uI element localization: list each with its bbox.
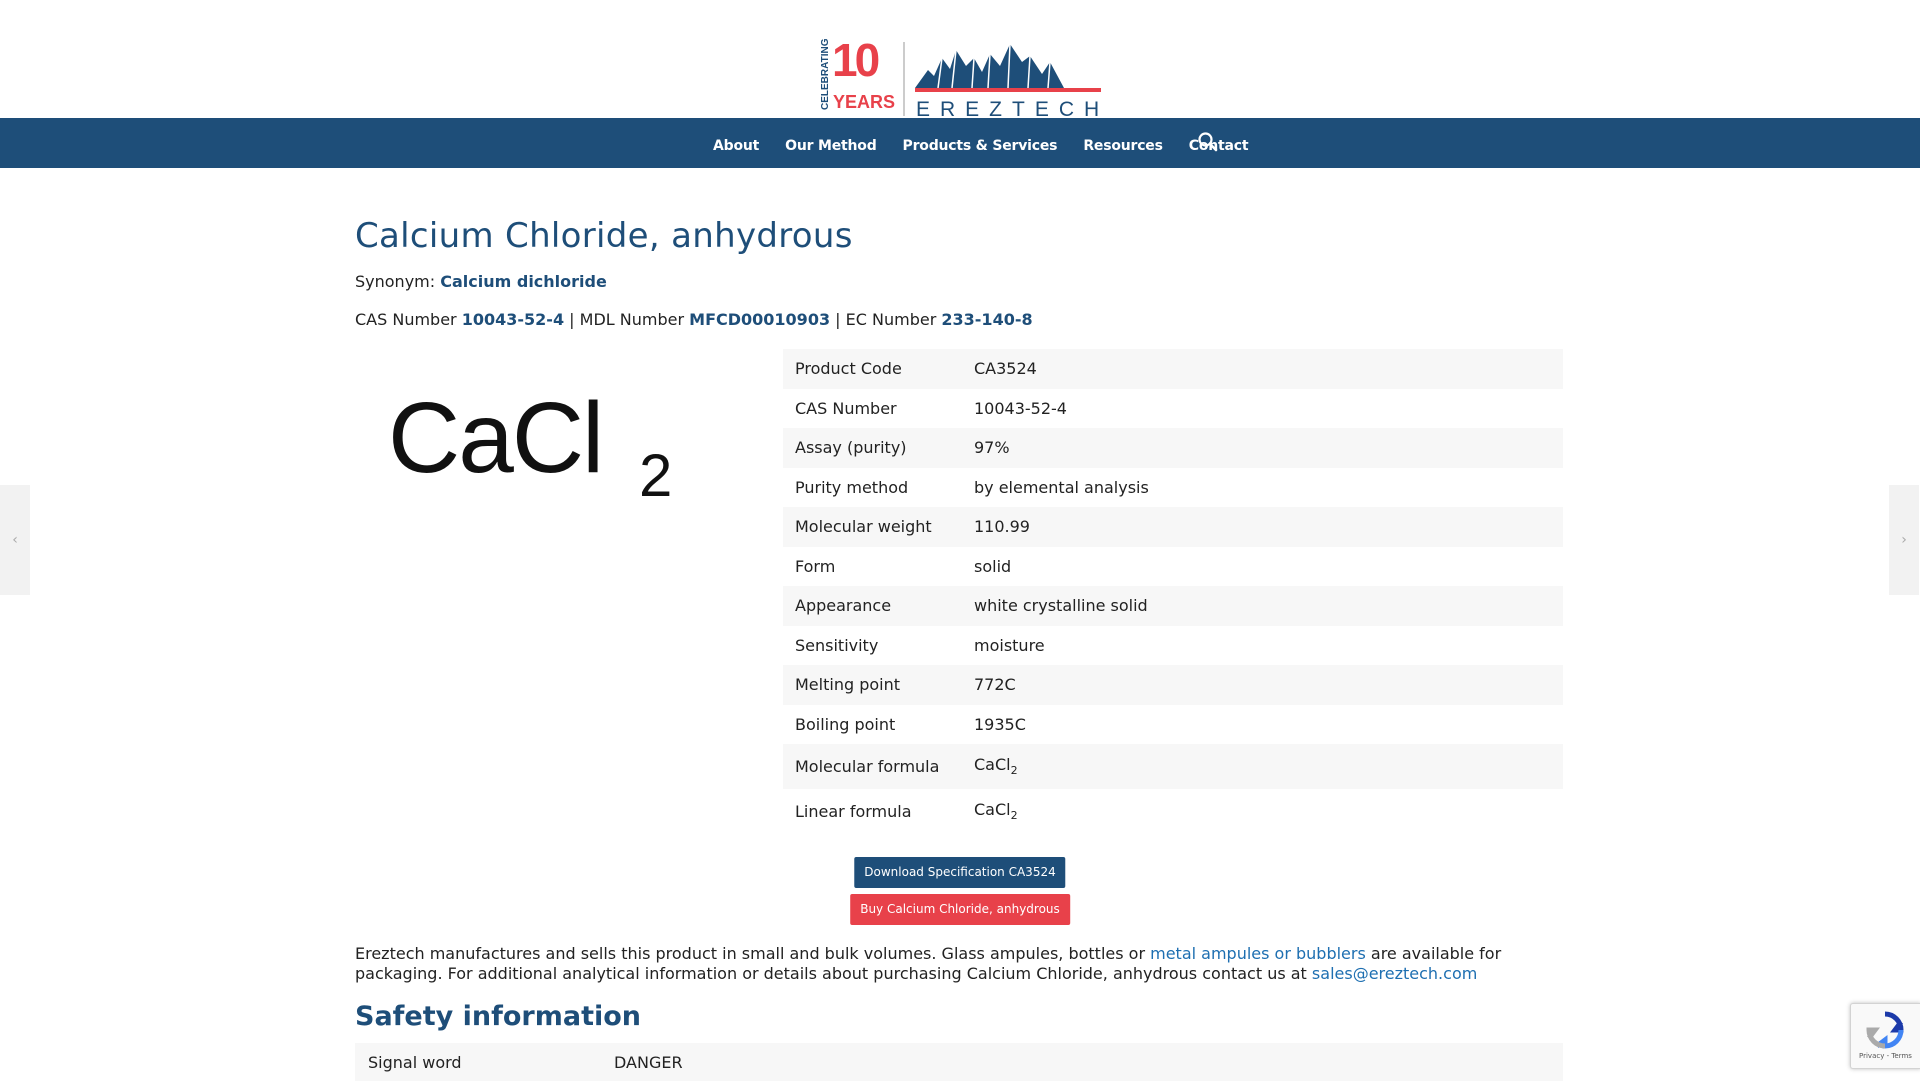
cas-label: CAS Number (355, 310, 457, 329)
spec-value: 772C (962, 665, 1563, 705)
spec-key: Linear formula (795, 802, 912, 821)
spec-value: 1935C (962, 705, 1563, 745)
spec-value-text: solid (974, 556, 1012, 576)
search-icon[interactable] (1196, 130, 1220, 154)
download-specification-button[interactable]: Download Specification CA3524 (854, 857, 1066, 888)
spec-key: Purity method (795, 477, 909, 497)
spec-value-text: CA3524 (974, 359, 1037, 379)
logo-years: YEARS (833, 92, 895, 112)
table-row: Boiling point 1935C (783, 705, 1563, 745)
spec-table: Product Code CA3524 CAS Number 10043-52-4 As… (783, 349, 1563, 834)
table-row: Melting point 772C (783, 665, 1563, 705)
spec-value: 10043-52-4 (962, 389, 1563, 429)
safety-heading: Safety information (355, 1001, 642, 1032)
recaptcha-icon (1866, 1011, 1904, 1049)
spec-value-text: 10043-52-4 (974, 398, 1067, 418)
ec-link[interactable]: 233-140-8 (941, 310, 1032, 329)
spec-value: moisture (962, 626, 1563, 666)
logo-brand: EREZTECH (916, 98, 1102, 118)
table-row: Product Code CA3524 (783, 349, 1563, 389)
synonym-link[interactable]: Calcium dichloride (440, 272, 607, 291)
mdl-label: | MDL Number (569, 310, 685, 329)
site-header: CELEBRATING 10 YEARS EREZTECH (0, 0, 1920, 118)
spec-key: Molecular weight (783, 507, 962, 547)
table-row: Sensitivity moisture (783, 626, 1563, 666)
nav-item-our-method[interactable]: Our Method (785, 132, 877, 154)
table-row: Molecular weight 110.99 (783, 507, 1563, 547)
spec-value: white crystalline solid (962, 586, 1563, 626)
spec-value: 97% (962, 428, 1563, 468)
safety-table: Signal word DANGER (355, 1043, 1563, 1081)
product-description: Ereztech manufactures and sells this pro… (355, 944, 1565, 984)
ereztech-logo[interactable]: CELEBRATING 10 YEARS EREZTECH (818, 36, 1102, 118)
nav-item-products-services[interactable]: Products & Services (903, 132, 1058, 154)
table-row: Molecular formula CaCl2 (783, 744, 1563, 789)
structure-image: CaCl 2 (388, 382, 672, 504)
cas-link[interactable]: 10043-52-4 (462, 310, 564, 329)
ec-label: | EC Number (835, 310, 937, 329)
spec-value-text: moisture (974, 635, 1045, 655)
spec-key: Assay (purity) (783, 428, 962, 468)
spec-value: CA3524 (962, 349, 1563, 389)
next-product-tab[interactable]: › (1889, 485, 1919, 595)
table-row: Signal word DANGER (355, 1043, 1563, 1081)
spec-key: Sensitivity (795, 635, 879, 655)
safety-key: Signal word (355, 1043, 601, 1081)
spec-key: Boiling point (795, 714, 896, 734)
metal-ampules-link[interactable]: metal ampules or bubblers (1150, 944, 1366, 963)
spec-value-text: 97% (974, 438, 1010, 458)
spec-key: Product Code (783, 349, 962, 389)
previous-product-tab[interactable]: ‹ (0, 485, 30, 595)
spec-value-text: white crystalline solid (974, 596, 1148, 616)
table-row: Assay (purity) 97% (783, 428, 1563, 468)
spec-key: Melting point (783, 665, 962, 705)
spec-value: solid (962, 547, 1563, 587)
sales-email-link[interactable]: sales@ereztech.com (1312, 964, 1477, 983)
page-title: Calcium Chloride, anhydrous (355, 216, 853, 256)
spec-value-text: CaCl (974, 755, 1011, 775)
spec-value: CaCl2 (962, 789, 1563, 834)
spec-value: by elemental analysis (962, 468, 1563, 508)
recaptcha-badge[interactable]: Privacy - Terms (1850, 1003, 1920, 1069)
nav-item-about[interactable]: About (713, 132, 759, 154)
spec-key: Appearance (783, 586, 962, 626)
safety-value: DANGER (601, 1043, 1563, 1081)
chevron-left-icon: ‹ (12, 532, 18, 548)
table-row: Form solid (783, 547, 1563, 587)
table-row: Linear formula CaCl2 (783, 789, 1563, 834)
spec-value-text: 772C (974, 675, 1016, 695)
spec-value: CaCl2 (962, 744, 1563, 789)
synonym-label: Synonym: (355, 272, 436, 291)
recaptcha-footer[interactable]: Privacy - Terms (1859, 1052, 1912, 1060)
formula-image-main: CaCl (388, 382, 602, 494)
spec-key: CAS Number (795, 398, 897, 418)
synonym-line: Synonym: Calcium dichloride (355, 272, 607, 291)
spec-key: Molecular formula (783, 744, 962, 789)
table-row: CAS Number 10043-52-4 (783, 389, 1563, 429)
spec-key: Form (795, 556, 836, 576)
spec-value-text: 1935C (974, 714, 1026, 734)
table-row: Purity method by elemental analysis (783, 468, 1563, 508)
logo-celebrating: CELEBRATING (820, 38, 831, 110)
buy-product-button[interactable]: Buy Calcium Chloride, anhydrous (850, 894, 1070, 925)
spec-value-subscript: 2 (1010, 809, 1018, 823)
spec-value-subscript: 2 (1010, 764, 1018, 778)
spec-value-text: CaCl (974, 800, 1011, 820)
table-row: Appearance white crystalline solid (783, 586, 1563, 626)
nav-item-resources[interactable]: Resources (1083, 132, 1163, 154)
main-nav: About Our Method Products & Services Res… (0, 118, 1920, 168)
description-text-1: Ereztech manufactures and sells this pro… (355, 944, 1151, 963)
spec-value: 110.99 (962, 507, 1563, 547)
logo-number: 10 (832, 36, 879, 86)
spec-value-text: by elemental analysis (974, 477, 1149, 497)
nav-menu: About Our Method Products & Services Res… (713, 118, 1274, 168)
chevron-right-icon: › (1901, 532, 1907, 548)
formula-image-sub: 2 (639, 442, 672, 504)
identifiers-line: CAS Number 10043-52-4 | MDL Number MFCD0… (355, 310, 1033, 329)
spec-value-text: 110.99 (974, 517, 1030, 537)
mdl-link[interactable]: MFCD00010903 (689, 310, 830, 329)
